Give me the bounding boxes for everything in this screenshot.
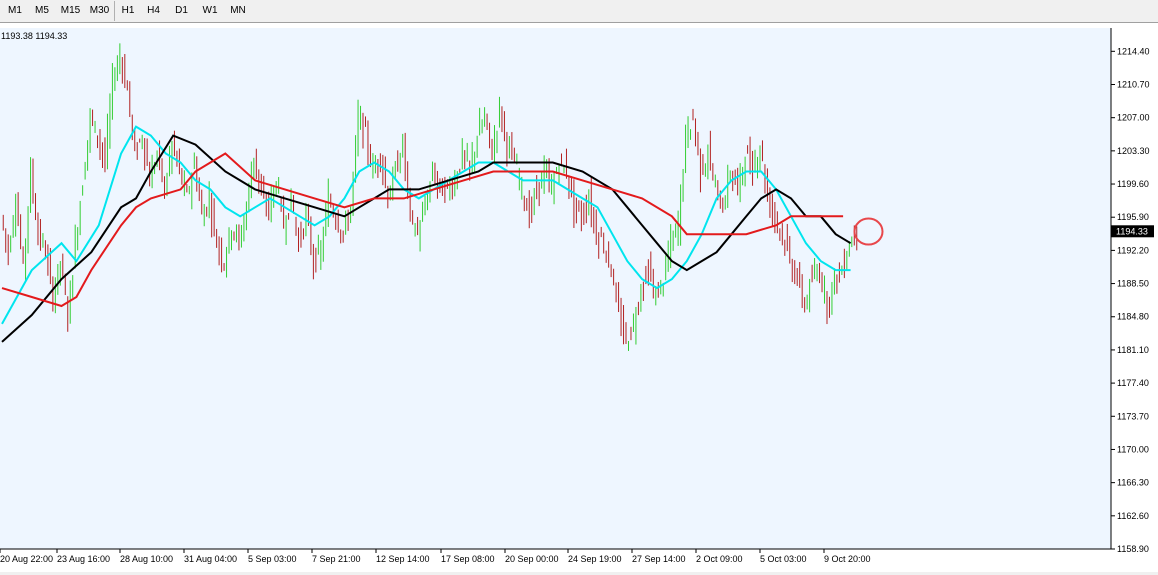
x-axis: 20 Aug 22:00 23 Aug 16:00 28 Aug 10:00 31 A… <box>0 549 871 564</box>
y-tick-label: 1184.80 <box>1117 312 1149 322</box>
y-tick-label: 1188.50 <box>1117 279 1149 289</box>
timeframe-m5-button[interactable]: M5 <box>28 1 56 21</box>
y-tick-label: 1181.10 <box>1117 345 1149 355</box>
y-tick-label: 1199.60 <box>1117 179 1149 189</box>
timeframe-mn-button[interactable]: MN <box>224 1 252 21</box>
current-price-tag: 1194.33 <box>1111 225 1154 238</box>
price-chart[interactable]: 1214.40 1210.70 1207.00 1203.30 1199.60 1195.… <box>0 23 1158 572</box>
x-tick-label: 7 Sep 21:00 <box>312 554 361 564</box>
chart-svg[interactable]: 1214.40 1210.70 1207.00 1203.30 1199.60 1195.… <box>0 23 1158 572</box>
y-tick-label: 1214.40 <box>1117 46 1150 56</box>
y-tick-label: 1192.20 <box>1117 245 1149 255</box>
x-tick-label: 5 Oct 03:00 <box>760 554 807 564</box>
plot-background <box>0 28 1111 549</box>
x-tick-label: 17 Sep 08:00 <box>441 554 495 564</box>
x-tick-label: 27 Sep 14:00 <box>632 554 686 564</box>
x-tick-label: 28 Aug 10:00 <box>120 554 173 564</box>
y-tick-label: 1166.30 <box>1117 478 1149 488</box>
y-tick-label: 1173.70 <box>1117 411 1149 421</box>
y-axis: 1214.40 1210.70 1207.00 1203.30 1199.60 1195.… <box>1111 46 1150 554</box>
timeframe-toolbar: M1 M5 M15 M30 H1 H4 D1 W1 MN <box>0 0 1158 23</box>
timeframe-m15-button[interactable]: M15 <box>56 1 85 21</box>
timeframe-w1-button[interactable]: W1 <box>196 1 224 21</box>
x-tick-label: 2 Oct 09:00 <box>696 554 743 564</box>
x-tick-label: 31 Aug 04:00 <box>184 554 237 564</box>
timeframe-h4-button[interactable]: H4 <box>140 1 167 21</box>
timeframe-m30-button[interactable]: M30 <box>85 1 114 21</box>
current-price-label: 1194.33 <box>1116 226 1148 236</box>
timeframe-h1-button[interactable]: H1 <box>114 1 141 21</box>
y-tick-label: 1162.60 <box>1117 511 1149 521</box>
y-tick-label: 1158.90 <box>1117 544 1149 554</box>
ohlc-readout: 1193.38 1194.33 <box>1 31 67 41</box>
x-tick-label: 5 Sep 03:00 <box>248 554 297 564</box>
x-tick-label: 12 Sep 14:00 <box>376 554 430 564</box>
x-tick-label: 20 Aug 22:00 <box>0 554 53 564</box>
timeframe-m1-button[interactable]: M1 <box>2 1 28 21</box>
x-tick-label: 24 Sep 19:00 <box>568 554 622 564</box>
y-tick-label: 1207.00 <box>1117 113 1150 123</box>
y-tick-label: 1195.90 <box>1117 212 1149 222</box>
y-tick-label: 1210.70 <box>1117 79 1150 89</box>
timeframe-d1-button[interactable]: D1 <box>167 1 196 21</box>
x-tick-label: 23 Aug 16:00 <box>57 554 110 564</box>
y-tick-label: 1170.00 <box>1117 444 1149 454</box>
x-tick-label: 9 Oct 20:00 <box>824 554 871 564</box>
y-tick-label: 1177.40 <box>1117 378 1149 388</box>
x-tick-label: 20 Sep 00:00 <box>505 554 559 564</box>
y-tick-label: 1203.30 <box>1117 146 1150 156</box>
